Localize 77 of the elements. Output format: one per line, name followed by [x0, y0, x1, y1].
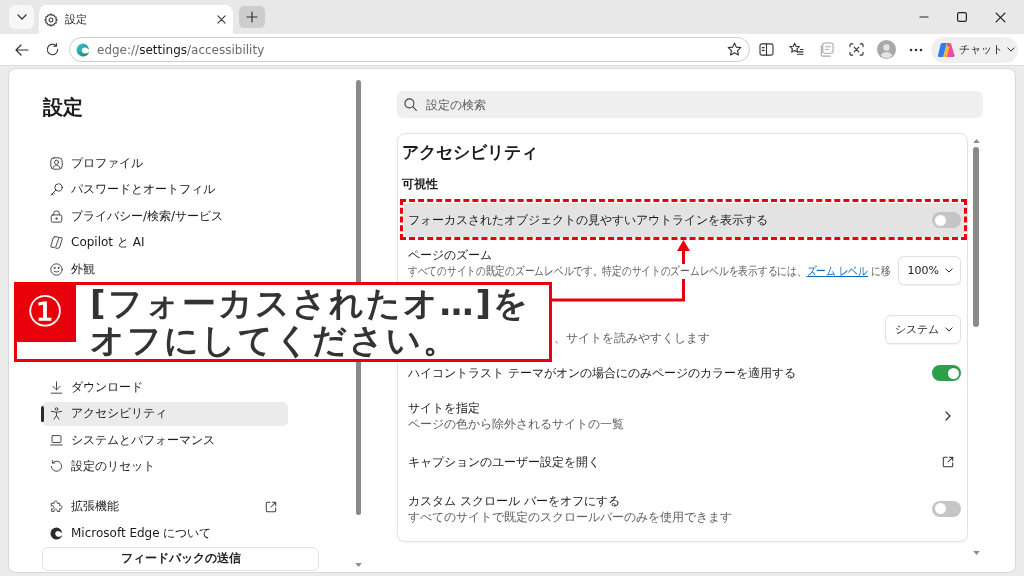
- scrollbar-thumb[interactable]: [973, 147, 979, 327]
- refresh-icon: [45, 43, 59, 56]
- new-tab-button[interactable]: [239, 6, 265, 28]
- sidebar-item[interactable]: Microsoft Edge について: [42, 521, 288, 546]
- browser-logo-icon: [50, 526, 63, 540]
- download-icon: [50, 380, 63, 394]
- browser-tab[interactable]: 設定: [39, 5, 233, 34]
- favorites-icon: [788, 42, 804, 57]
- minimize-icon: [919, 16, 929, 18]
- interlock-icon: [50, 236, 63, 250]
- setting-title: ページのズーム: [408, 247, 492, 264]
- sidebar-item[interactable]: アクセシビリティ: [42, 401, 288, 426]
- avatar-icon: [876, 40, 896, 59]
- chevron-down-icon: [945, 267, 953, 273]
- maximize-icon: [957, 12, 967, 22]
- sidebar-item[interactable]: パスワードとオートフィル: [42, 177, 288, 202]
- sidebar-item[interactable]: ダウンロード: [42, 375, 288, 400]
- gear-icon: [44, 12, 58, 27]
- setting-description: 、サイトを読みやすくします: [554, 331, 710, 345]
- puzzle-icon: [50, 500, 63, 514]
- reset-icon: [50, 460, 63, 474]
- setting-title: カスタム スクロール バーをオフにする: [408, 493, 620, 510]
- setting-title: サイトを指定: [408, 400, 480, 417]
- sidebar-item[interactable]: プライバシー/検索/サービス: [42, 204, 288, 229]
- scroll-down-icon: [355, 563, 362, 567]
- profile-icon: [50, 156, 63, 170]
- feedback-button[interactable]: フィードバックの送信: [42, 546, 319, 571]
- screenshot-icon: [848, 43, 864, 56]
- split-screen-icon: [758, 43, 774, 56]
- scroll-up-icon: [972, 139, 980, 143]
- callout-text: [フォーカスされたオ…]を オフにしてください。: [90, 285, 531, 359]
- lock-icon: [50, 209, 63, 223]
- tab-list-button[interactable]: [9, 5, 34, 29]
- toggle-switch[interactable]: [932, 212, 961, 228]
- setting-title: フォーカスされたオブジェクトの見やすいアウトラインを表示する: [408, 212, 768, 229]
- scroll-down-icon: [972, 551, 980, 555]
- dropdown-button[interactable]: システム: [885, 315, 961, 344]
- more-icon: [909, 47, 923, 52]
- sidebar-item[interactable]: システムとパフォーマンス: [42, 428, 288, 453]
- laptop-icon: [50, 433, 63, 447]
- chevron-right-icon[interactable]: [945, 410, 951, 421]
- key-icon: [50, 183, 63, 197]
- collections-icon: [818, 42, 834, 57]
- setting-title: キャプションのユーザー設定を開く: [408, 454, 600, 471]
- url-text: edge://settings/accessibility: [97, 42, 266, 57]
- person-icon: [50, 407, 63, 421]
- toggle-switch[interactable]: [932, 365, 961, 381]
- browser-logo-icon: [76, 42, 90, 57]
- setting-title: ハイコントラスト テーマがオンの場合にのみページのカラーを適用する: [408, 365, 796, 382]
- close-icon: [994, 11, 1006, 23]
- setting-description: すべてのサイトの既定のズームレベルです。特定のサイトのズームレベルを表示するには、ズーム レベル に移: [408, 264, 891, 279]
- chevron-down-icon: [945, 327, 953, 332]
- sidebar-item[interactable]: 外観: [42, 257, 288, 282]
- setting-description: ページの色から除外されるサイトの一覧: [408, 417, 624, 431]
- dropdown-button[interactable]: 100%: [897, 255, 961, 285]
- page-title: アクセシビリティ: [402, 141, 538, 163]
- star-icon: [726, 42, 742, 57]
- sidebar-item[interactable]: 設定のリセット: [42, 454, 288, 479]
- colorful-logo-icon: [937, 41, 955, 58]
- toggle-switch[interactable]: [932, 500, 961, 517]
- zoom-level-link[interactable]: ズーム レベル: [806, 264, 868, 278]
- chevron-down-icon: [16, 14, 27, 20]
- close-icon: [216, 15, 226, 24]
- chevron-down-icon: [1007, 47, 1015, 52]
- section-title: 可視性: [402, 176, 438, 193]
- sidebar-item[interactable]: プロファイル: [42, 151, 288, 176]
- back-icon: [15, 43, 29, 56]
- sidebar-item[interactable]: 拡張機能: [42, 494, 288, 519]
- sidebar-title: 設定: [43, 96, 83, 118]
- chat-button[interactable]: チャット: [931, 36, 1018, 63]
- setting-description: すべてのサイトで既定のスクロールバーのみを使用できます: [408, 510, 732, 524]
- external-link-icon[interactable]: [942, 456, 954, 468]
- sidebar-item[interactable]: Copilot と AI: [42, 230, 288, 255]
- plus-icon: [246, 11, 258, 23]
- search-field[interactable]: 設定の検索: [397, 91, 983, 118]
- smiley-icon: [50, 262, 63, 276]
- step-number: ①: [14, 282, 76, 342]
